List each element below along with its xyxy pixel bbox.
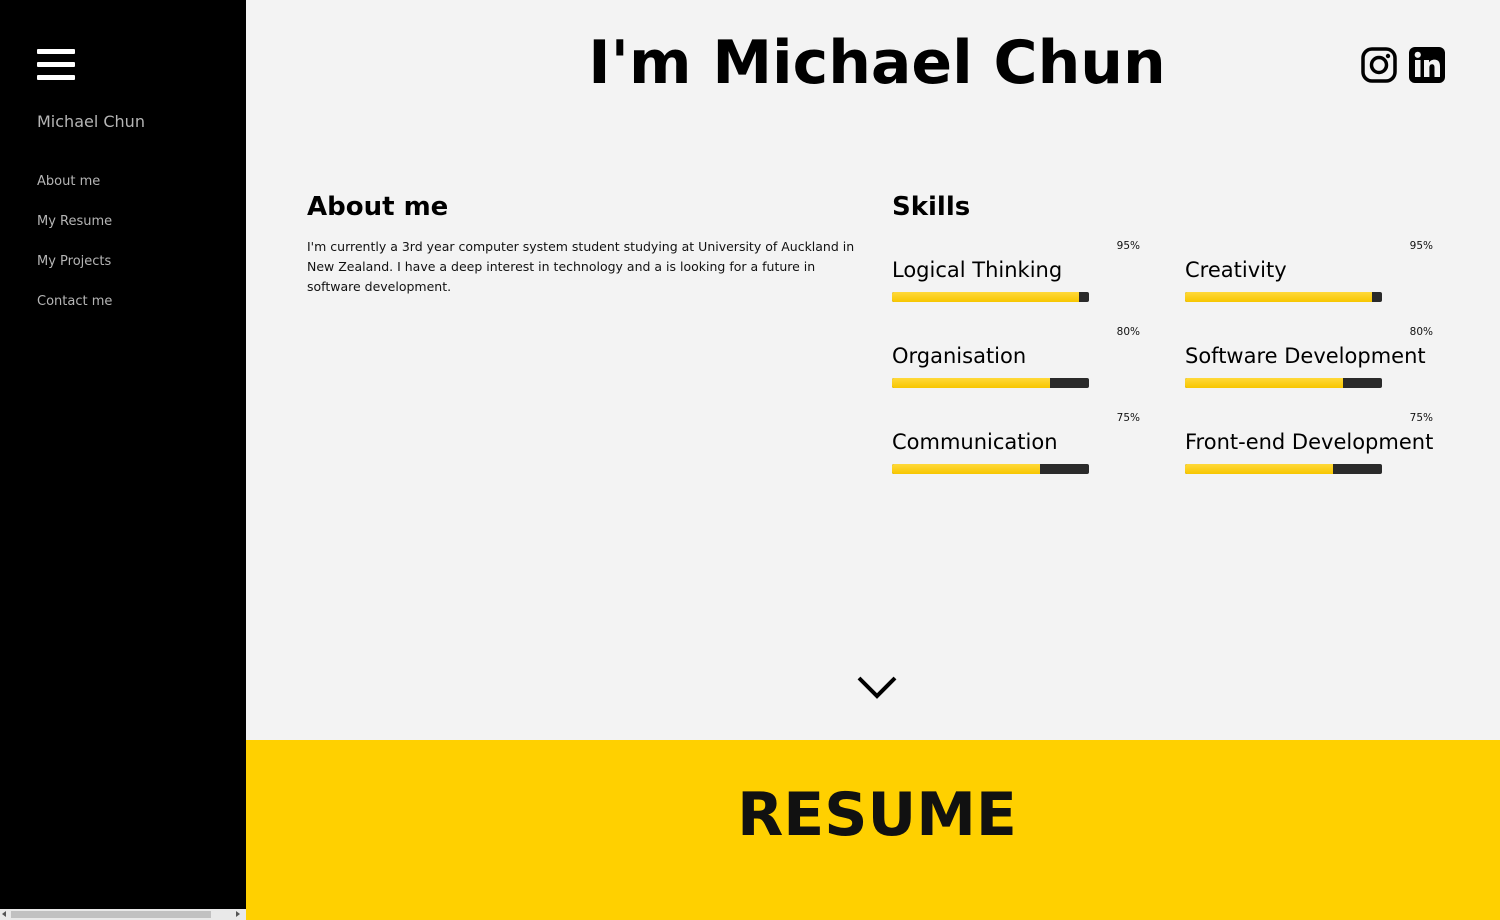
skill-percent: 75% — [1116, 412, 1140, 424]
skill-bar-fill — [1185, 464, 1333, 474]
sidebar-name: Michael Chun — [37, 112, 145, 131]
skill-organisation: 80% Organisation — [892, 326, 1142, 396]
skill-percent: 75% — [1409, 412, 1433, 424]
sidebar-item-about: About me — [37, 170, 112, 210]
linkedin-icon[interactable] — [1408, 46, 1446, 84]
skill-communication: 75% Communication — [892, 412, 1142, 482]
skill-bar — [1185, 378, 1382, 388]
skill-software-development: 80% Software Development — [1185, 326, 1435, 396]
page-title: I'm Michael Chun — [588, 28, 1166, 98]
sidebar-link-resume[interactable]: My Resume — [37, 214, 112, 229]
skill-percent: 80% — [1116, 326, 1140, 338]
skill-label: Creativity — [1185, 258, 1287, 282]
sidebar-item-projects: My Projects — [37, 250, 112, 290]
skill-bar — [1185, 464, 1382, 474]
instagram-icon[interactable] — [1360, 46, 1398, 84]
skill-bar — [892, 292, 1089, 302]
skill-front-end-development: 75% Front-end Development — [1185, 412, 1435, 482]
skill-bar-fill — [1185, 292, 1373, 302]
resume-heading: RESUME — [737, 780, 1017, 850]
skill-bar-fill — [1185, 378, 1343, 388]
sidebar-item-contact: Contact me — [37, 290, 112, 330]
skill-label: Communication — [892, 430, 1058, 454]
about-heading: About me — [307, 192, 449, 222]
chevron-down-icon[interactable] — [857, 672, 897, 702]
skills-heading: Skills — [892, 192, 971, 222]
social-links — [1360, 46, 1446, 84]
sidebar-item-resume: My Resume — [37, 210, 112, 250]
scrollbar-thumb[interactable] — [11, 911, 211, 918]
main-content: I'm Michael Chun About me I'm currently … — [246, 0, 1500, 920]
skill-label: Organisation — [892, 344, 1027, 368]
about-text: I'm currently a 3rd year computer system… — [307, 239, 855, 294]
skill-label: Logical Thinking — [892, 258, 1063, 282]
scroll-right-arrow-icon[interactable] — [236, 911, 240, 917]
skill-bar-fill — [892, 378, 1050, 388]
sidebar-nav: About me My Resume My Projects Contact m… — [37, 170, 112, 330]
skill-percent: 95% — [1116, 240, 1140, 252]
skill-percent: 80% — [1409, 326, 1433, 338]
horizontal-scrollbar[interactable] — [0, 909, 246, 920]
sidebar-link-projects[interactable]: My Projects — [37, 254, 111, 269]
sidebar-link-contact[interactable]: Contact me — [37, 294, 112, 309]
sidebar-link-about[interactable]: About me — [37, 174, 100, 189]
skill-bar — [892, 378, 1089, 388]
skill-bar — [892, 464, 1089, 474]
skill-label: Front-end Development — [1185, 430, 1434, 454]
skill-creativity: 95% Creativity — [1185, 240, 1435, 310]
skill-bar — [1185, 292, 1382, 302]
skill-bar-fill — [892, 464, 1040, 474]
skill-bar-fill — [892, 292, 1080, 302]
hamburger-menu-icon[interactable] — [37, 49, 75, 81]
sidebar: Michael Chun About me My Resume My Proje… — [0, 0, 246, 920]
skill-percent: 95% — [1409, 240, 1433, 252]
skill-logical-thinking: 95% Logical Thinking — [892, 240, 1142, 310]
resume-section: RESUME — [246, 740, 1500, 920]
skill-label: Software Development — [1185, 344, 1426, 368]
scroll-left-arrow-icon[interactable] — [2, 911, 6, 917]
